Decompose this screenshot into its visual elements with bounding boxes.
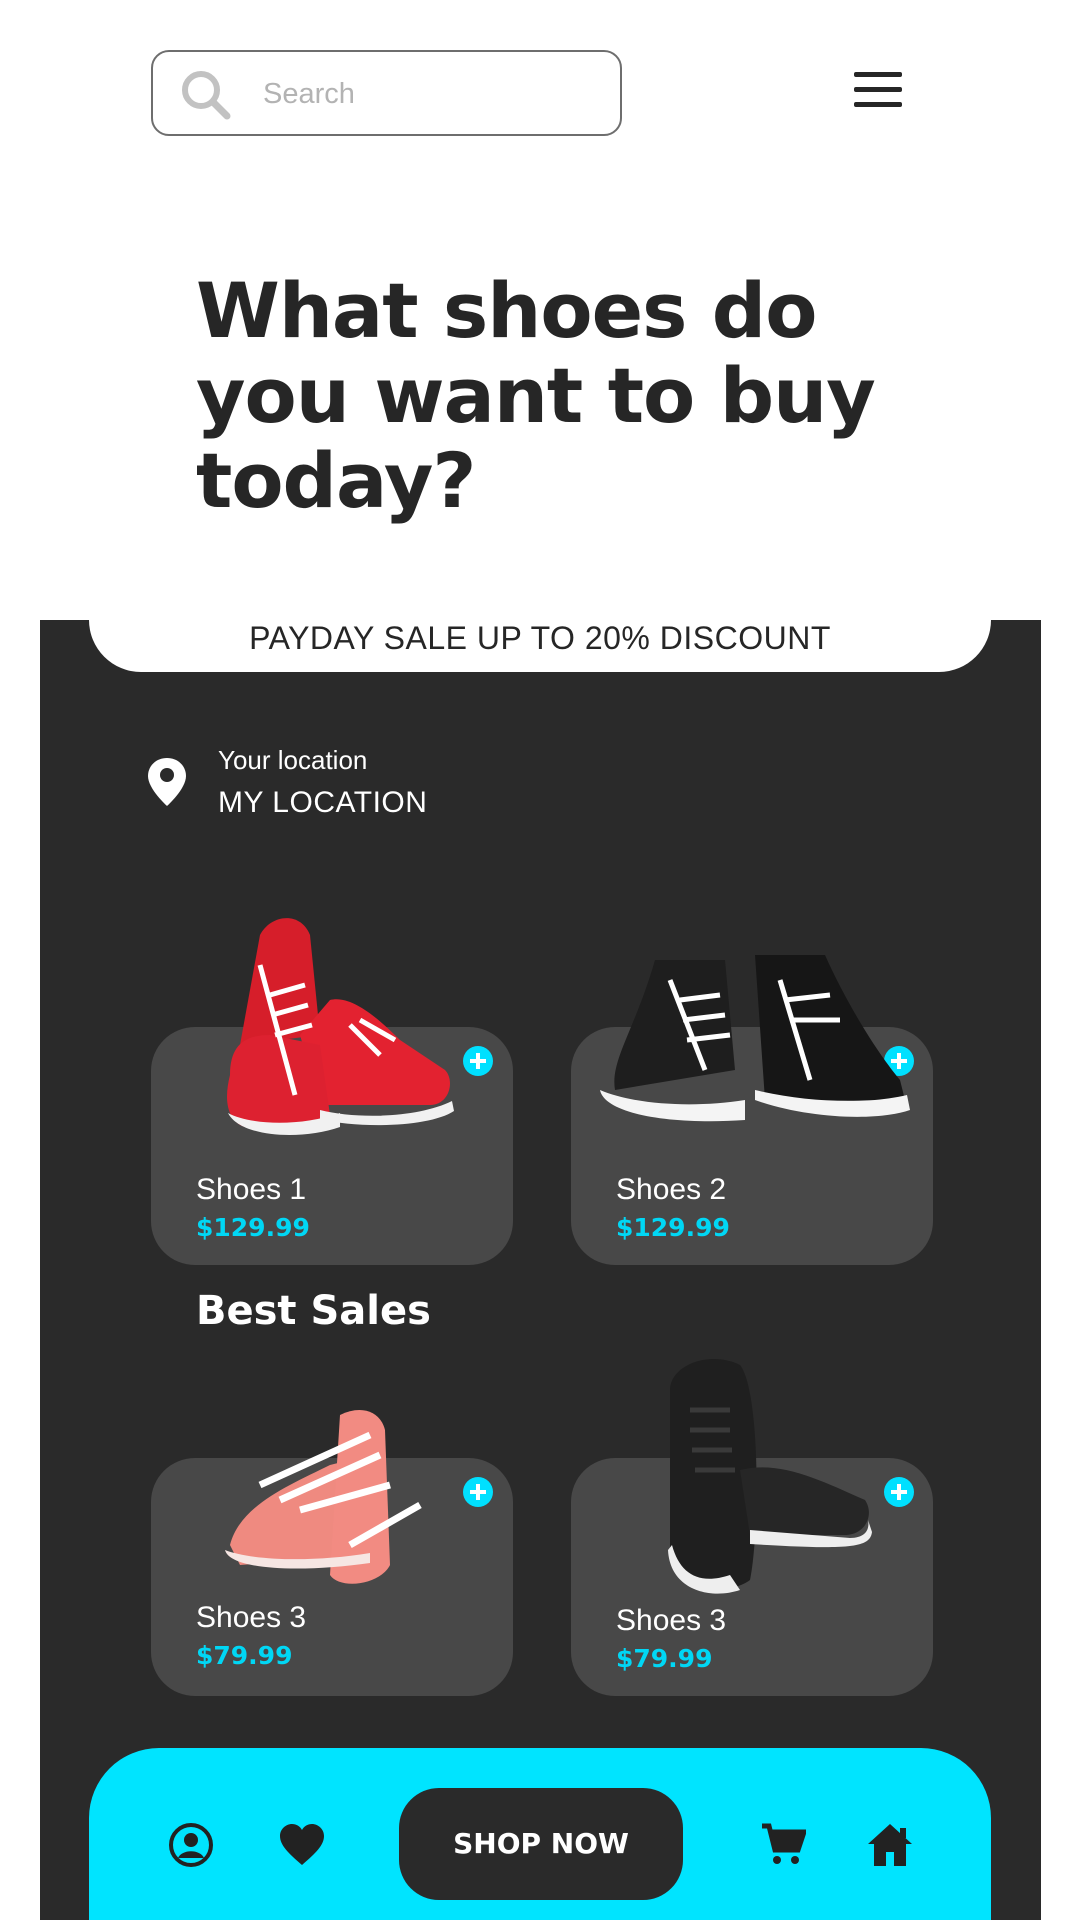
red-sneaker-image — [227, 918, 454, 1136]
page-title: What shoes do you want to buy today? — [196, 266, 876, 525]
product-name: Shoes 3 — [196, 1601, 307, 1634]
pink-sneaker-image — [225, 1410, 422, 1584]
add-to-cart-icon[interactable] — [463, 1477, 493, 1507]
content-panel — [40, 620, 1041, 1920]
search-input[interactable] — [263, 72, 593, 116]
heart-icon[interactable] — [278, 1823, 326, 1867]
location-label: Your location — [218, 745, 368, 775]
search-icon — [182, 71, 231, 120]
section-title-best-sales: Best Sales — [196, 1288, 431, 1334]
search-box[interactable] — [151, 50, 622, 136]
product-name: Shoes 3 — [616, 1604, 727, 1637]
black-sneaker-image — [600, 955, 910, 1122]
add-to-cart-icon[interactable] — [463, 1046, 493, 1076]
hamburger-menu-icon[interactable] — [854, 72, 902, 108]
home-icon[interactable] — [866, 1822, 914, 1868]
promo-banner[interactable]: PAYDAY SALE UP TO 20% DISCOUNT — [89, 590, 991, 672]
user-icon[interactable] — [168, 1822, 214, 1868]
product-price: $129.99 — [196, 1213, 310, 1242]
product-name: Shoes 2 — [616, 1173, 727, 1206]
location-pin-icon — [148, 758, 186, 806]
product-price: $129.99 — [616, 1213, 730, 1242]
product-price: $79.99 — [616, 1644, 713, 1673]
add-to-cart-icon[interactable] — [884, 1477, 914, 1507]
black-leather-sneaker-image — [668, 1359, 872, 1594]
product-name: Shoes 1 — [196, 1173, 307, 1206]
location-value[interactable]: MY LOCATION — [218, 786, 427, 820]
cart-icon[interactable] — [760, 1822, 806, 1868]
product-price: $79.99 — [196, 1641, 293, 1670]
shop-now-button[interactable]: SHOP NOW — [399, 1788, 683, 1900]
